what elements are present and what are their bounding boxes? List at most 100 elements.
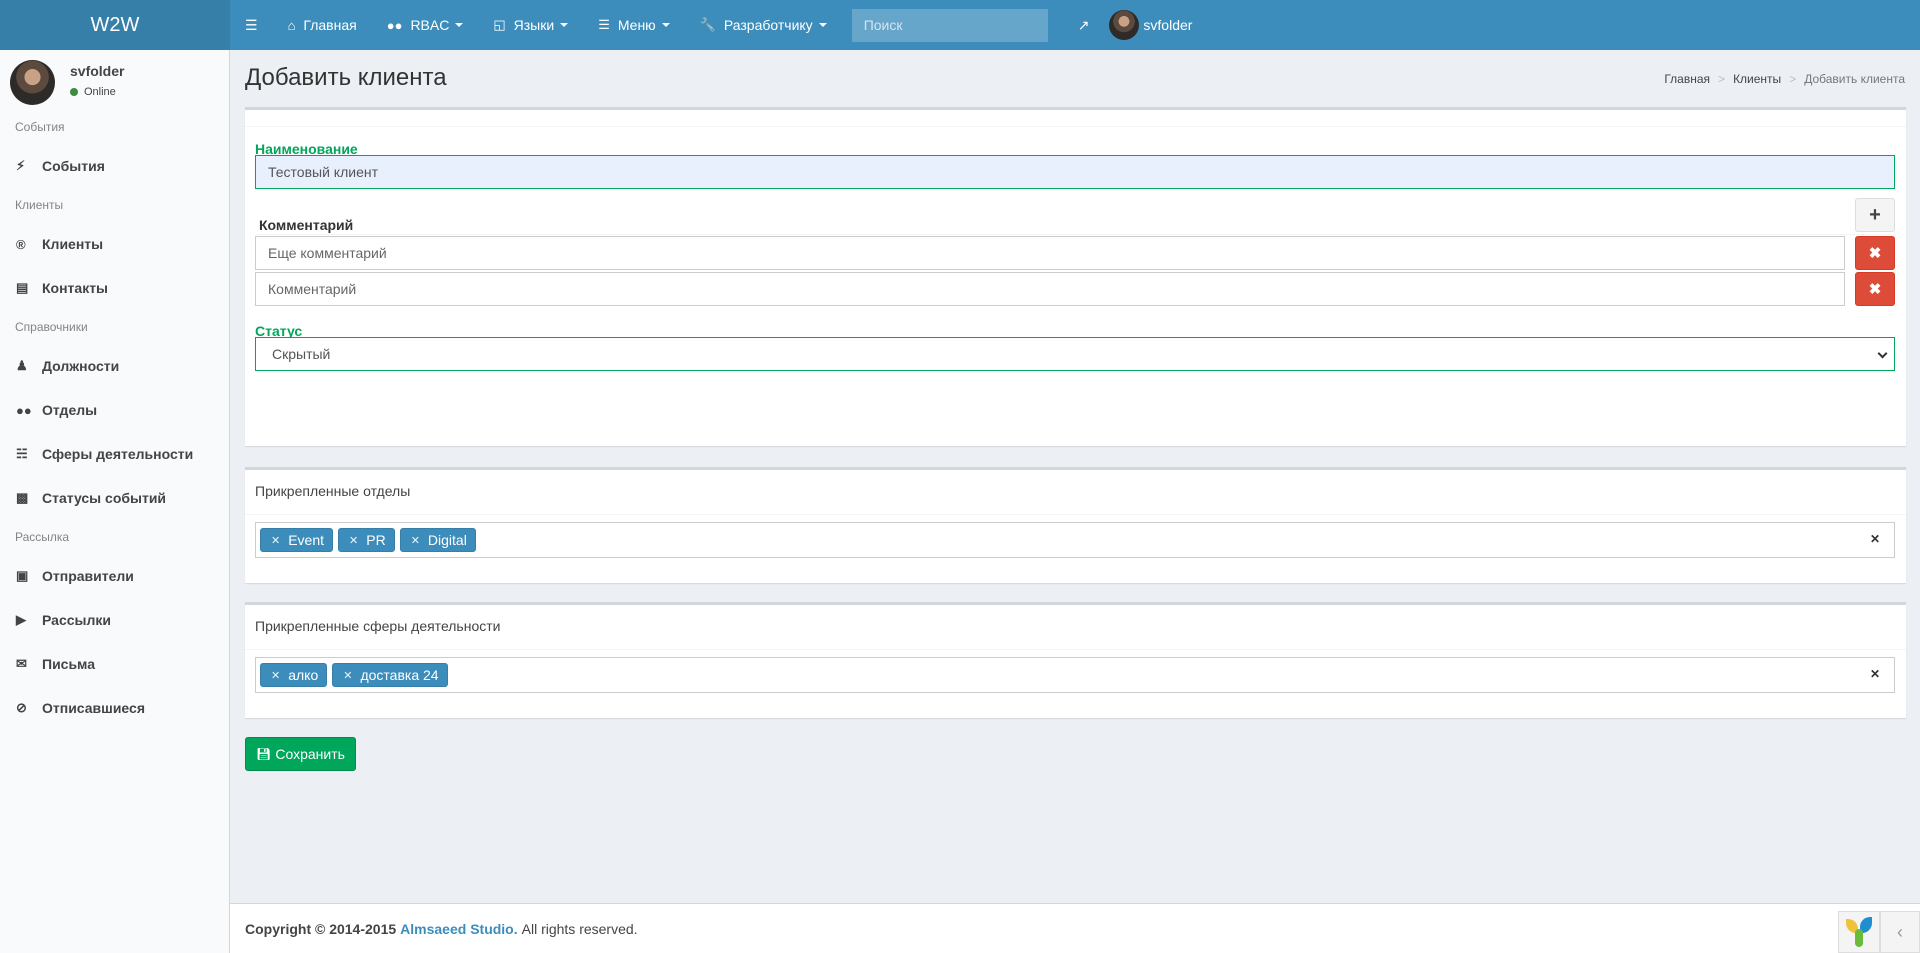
footer-copyright: Copyright © 2014-2015 [245, 920, 397, 937]
tag-label: алко [288, 667, 319, 683]
plus-icon: + [1869, 203, 1881, 226]
sidebar-item-label: Рассылки [42, 612, 111, 628]
departments-select[interactable]: ✕ Event ✕ PR ✕ Digital ✕ [255, 522, 1895, 558]
tag-label: Digital [427, 532, 467, 548]
sidebar: svfolder Online События ⚡︎ События Клиен… [0, 50, 230, 953]
sidebar-item-label: Клиенты [42, 236, 104, 252]
sidebar-header-events: События [15, 120, 65, 134]
footer: Copyright © 2014-2015 Almsaeed Studio. A… [230, 903, 1920, 953]
breadcrumb-separator: > [1718, 72, 1726, 86]
remove-comment-button[interactable]: ✖ [1855, 272, 1895, 306]
user-panel: svfolder Online [0, 50, 229, 110]
yii-debug-badge[interactable] [1838, 911, 1880, 953]
comment-input-2[interactable]: Комментарий [255, 272, 1845, 306]
sidebar-item-label: События [42, 158, 105, 174]
page-title: Добавить клиента [245, 64, 447, 91]
comment-input-1[interactable]: Еще комментарий [255, 236, 1845, 270]
sidebar-toggle-button[interactable]: ☰ [230, 0, 273, 50]
debug-toggle-button[interactable]: ‹ [1880, 911, 1920, 953]
nav-home[interactable]: ⌂ Главная [273, 0, 372, 50]
comment-label: Комментарий [259, 217, 354, 233]
address-book-icon: ▣ [16, 568, 29, 583]
remove-tag-icon[interactable]: ✕ [343, 669, 352, 682]
breadcrumb-clients[interactable]: Клиенты [1733, 72, 1781, 86]
bullhorn-icon: ▶ [16, 612, 26, 627]
user-menu-name: svfolder [1143, 17, 1193, 33]
search-input[interactable] [851, 8, 1048, 42]
caret-down-icon [818, 23, 827, 27]
remove-tag-icon[interactable]: ✕ [411, 534, 420, 547]
bolt-icon: ⚡︎ [16, 158, 26, 173]
close-icon: ✖ [1868, 245, 1882, 262]
caret-down-icon [455, 23, 464, 27]
sphere-tag: ✕ алко [260, 663, 328, 687]
nav-languages-dropdown[interactable]: ◱ Языки [478, 0, 583, 50]
sidebar-item-spheres[interactable]: ☵ Сферы деятельности [0, 432, 229, 476]
breadcrumb-separator: > [1789, 72, 1797, 86]
sphere-tag: ✕ доставка 24 [332, 663, 448, 687]
department-tag: ✕ PR [338, 528, 395, 552]
nav-developer-dropdown[interactable]: 🔧 Разработчику [685, 0, 842, 50]
status-select[interactable]: Скрытый [255, 337, 1895, 371]
departments-box: Прикрепленные отделы ✕ Event ✕ PR ✕ Digital… [245, 467, 1906, 583]
sidebar-item-label: Отделы [42, 402, 98, 418]
remove-tag-icon[interactable]: ✕ [271, 534, 280, 547]
spheres-box: Прикрепленные сферы деятельности ✕ алко ✕… [245, 602, 1906, 718]
user-tie-icon: ♟ [16, 358, 28, 373]
sidebar-item-events[interactable]: ⚡︎ События [0, 144, 229, 188]
floppy-disk-icon: 💾︎ [256, 747, 272, 761]
remove-tag-icon[interactable]: ✕ [271, 669, 280, 682]
avatar [1109, 10, 1140, 40]
external-link-button[interactable]: ↗ [1063, 0, 1105, 50]
home-icon: ⌂ [287, 17, 296, 33]
nav-menu-dropdown[interactable]: ☰ Меню [583, 0, 685, 50]
sidebar-item-event-statuses[interactable]: ▩ Статусы событий [0, 476, 229, 520]
save-button[interactable]: 💾︎ Сохранить [245, 737, 356, 771]
caret-down-icon [661, 23, 670, 27]
sidebar-item-letters[interactable]: ✉ Письма [0, 642, 229, 686]
avatar [10, 60, 55, 105]
divider [245, 514, 1906, 515]
hamburger-icon: ☰ [245, 16, 258, 33]
sidebar-item-label: Отправители [42, 568, 134, 584]
sidebar-item-mailings[interactable]: ▶ Рассылки [0, 598, 229, 642]
ban-icon: ⊘ [16, 700, 27, 715]
user-name: svfolder [70, 63, 125, 79]
sidebar-item-label: Отписавшиеся [42, 700, 145, 716]
name-input[interactable]: Тестовый клиент [255, 155, 1895, 189]
nav-languages-label: Языки [513, 17, 555, 33]
sidebar-item-clients[interactable]: ® Клиенты [0, 222, 229, 266]
clear-selection-icon[interactable]: ✕ [1870, 667, 1880, 681]
user-status-label: Online [84, 86, 116, 98]
nav-rbac-label: RBAC [410, 17, 450, 33]
sidebar-item-departments[interactable]: ●● Отделы [0, 388, 229, 432]
breadcrumb: Главная > Клиенты > Добавить клиента [1664, 72, 1905, 86]
remove-tag-icon[interactable]: ✕ [349, 534, 358, 547]
sidebar-item-positions[interactable]: ♟ Должности [0, 344, 229, 388]
sidebar-item-unsubscribed[interactable]: ⊘ Отписавшиеся [0, 686, 229, 730]
clear-selection-icon[interactable]: ✕ [1870, 532, 1880, 546]
nav-rbac-dropdown[interactable]: ●● RBAC [372, 0, 479, 50]
status-select-value: Скрытый [272, 346, 331, 362]
sitemap-icon: ☵ [16, 446, 28, 461]
save-button-label: Сохранить [275, 746, 345, 762]
breadcrumb-home[interactable]: Главная [1664, 72, 1710, 86]
add-comment-button[interactable]: + [1855, 198, 1895, 232]
sidebar-item-label: Должности [42, 358, 120, 374]
sidebar-item-contacts[interactable]: ▤ Контакты [0, 266, 229, 310]
language-icon: ◱ [493, 17, 506, 32]
sidebar-item-senders[interactable]: ▣ Отправители [0, 554, 229, 598]
address-card-icon: ▤ [16, 280, 29, 295]
footer-company-link[interactable]: Almsaeed Studio. [400, 921, 517, 937]
users-icon: ●● [16, 402, 32, 418]
list-icon: ☰ [598, 17, 610, 32]
footer-rights: All rights reserved. [521, 920, 638, 937]
client-form-box: Наименование Тестовый клиент Комментарий… [245, 107, 1906, 446]
spheres-select[interactable]: ✕ алко ✕ доставка 24 ✕ [255, 657, 1895, 693]
user-menu[interactable]: svfolder [1104, 0, 1207, 50]
remove-comment-button[interactable]: ✖ [1855, 236, 1895, 270]
user-status: Online [70, 86, 124, 98]
brand-logo[interactable]: W2W [0, 0, 230, 50]
chevron-left-icon: ‹ [1897, 921, 1903, 942]
tag-label: доставка 24 [360, 667, 439, 683]
